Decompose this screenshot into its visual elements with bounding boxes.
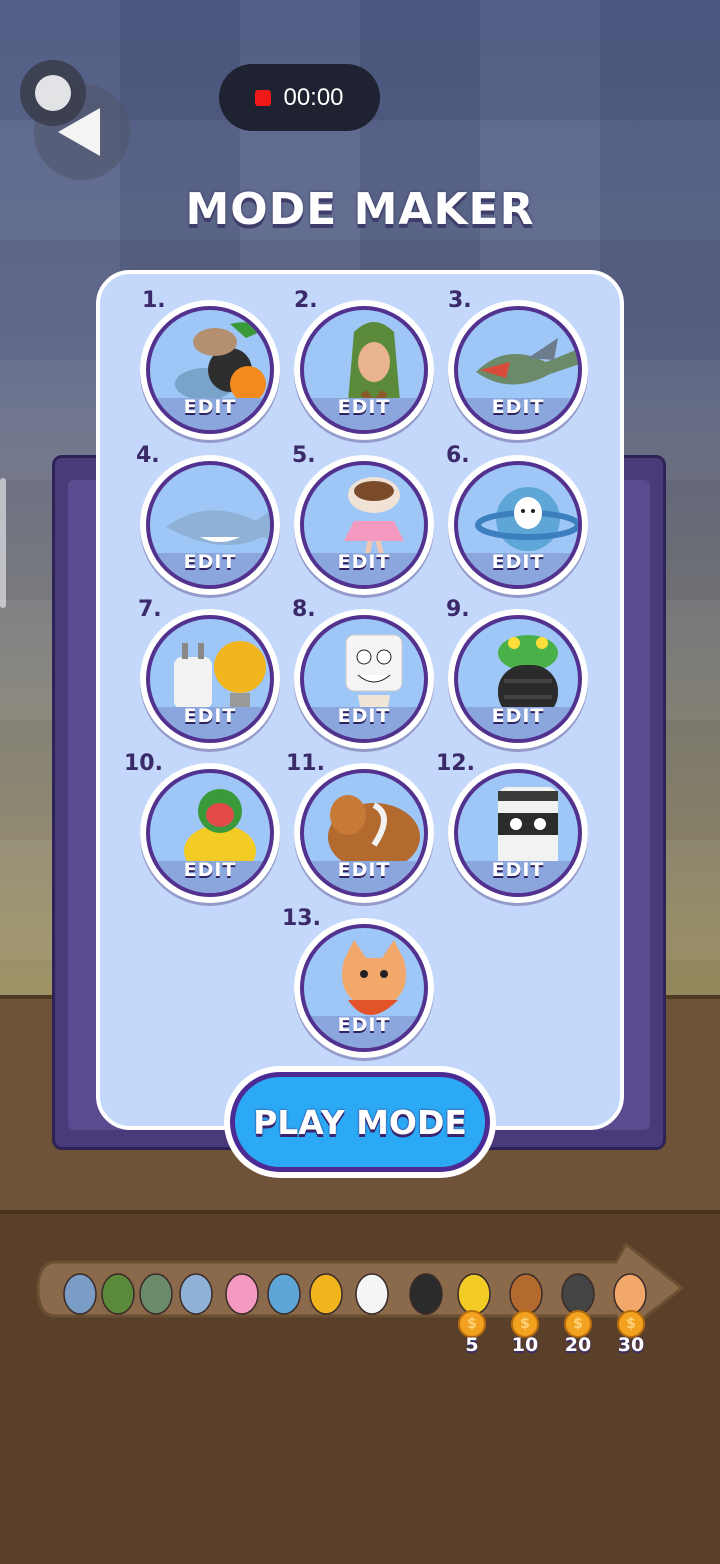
mode-slot-11[interactable]: EDIT (294, 763, 434, 903)
edit-button[interactable]: EDIT (304, 705, 424, 727)
mode-slot-7[interactable]: EDIT (140, 609, 280, 749)
page-title: MODE MAKER (185, 184, 535, 235)
slot-portrait: EDIT (300, 461, 428, 589)
slot-portrait: EDIT (300, 769, 428, 897)
slot-portrait: EDIT (300, 306, 428, 434)
edit-button[interactable]: EDIT (458, 705, 578, 727)
slot-portrait: EDIT (146, 769, 274, 897)
play-mode-button-face: PLAY MODE (230, 1072, 490, 1172)
edit-button[interactable]: EDIT (304, 396, 424, 418)
edit-button[interactable]: EDIT (304, 1014, 424, 1036)
slot-portrait: EDIT (146, 306, 274, 434)
screen-recorder[interactable]: 00:00 (219, 64, 380, 131)
edge-handle[interactable] (0, 478, 6, 608)
slot-portrait: EDIT (454, 769, 582, 897)
frog-tire-mini-icon (404, 1264, 448, 1318)
edit-button[interactable]: EDIT (458, 859, 578, 881)
crocodile-jet-mini-icon (134, 1264, 178, 1318)
cup-ballerina-mini-icon (220, 1264, 264, 1318)
edit-button[interactable]: EDIT (458, 396, 578, 418)
sugar-cube-mini-icon (350, 1264, 394, 1318)
slot-portrait: EDIT (454, 306, 582, 434)
slot-portrait: EDIT (300, 615, 428, 743)
edit-button[interactable]: EDIT (150, 551, 270, 573)
unlock-price: 5 (465, 1334, 479, 1356)
edit-button[interactable]: EDIT (304, 859, 424, 881)
record-icon (255, 89, 272, 106)
play-mode-button[interactable]: PLAY MODE (224, 1066, 496, 1178)
slot-portrait: EDIT (454, 461, 582, 589)
cow-planet-mini-icon (262, 1264, 306, 1318)
play-mode-label: PLAY MODE (253, 1102, 467, 1142)
slot-portrait: EDIT (300, 924, 428, 1052)
mode-slot-2[interactable]: EDIT (294, 300, 434, 440)
mode-slot-12[interactable]: EDIT (448, 763, 588, 903)
mode-slot-9[interactable]: EDIT (448, 609, 588, 749)
mode-slot-3[interactable]: EDIT (448, 300, 588, 440)
edit-button[interactable]: EDIT (304, 551, 424, 573)
edit-button[interactable]: EDIT (150, 705, 270, 727)
mode-slot-1[interactable]: EDIT (140, 300, 280, 440)
shark-sneakers-mini-icon (174, 1264, 218, 1318)
edit-button[interactable]: EDIT (150, 859, 270, 881)
mode-slot-10[interactable]: EDIT (140, 763, 280, 903)
edit-button[interactable]: EDIT (150, 396, 270, 418)
slot-portrait: EDIT (146, 615, 274, 743)
floating-assist-toggle[interactable] (20, 60, 86, 126)
unlock-price: 20 (564, 1334, 592, 1356)
unlock-price: 10 (511, 1334, 539, 1356)
mode-slot-4[interactable]: EDIT (140, 455, 280, 595)
recording-time: 00:00 (283, 83, 344, 111)
plug-bulb-mini-icon (304, 1264, 348, 1318)
unlock-price: 30 (617, 1334, 645, 1356)
mode-slot-13[interactable]: EDIT (294, 918, 434, 1058)
mode-slot-8[interactable]: EDIT (294, 609, 434, 749)
slot-portrait: EDIT (146, 461, 274, 589)
mode-slot-5[interactable]: EDIT (294, 455, 434, 595)
slot-portrait: EDIT (454, 615, 582, 743)
mode-slot-6[interactable]: EDIT (448, 455, 588, 595)
edit-button[interactable]: EDIT (458, 551, 578, 573)
